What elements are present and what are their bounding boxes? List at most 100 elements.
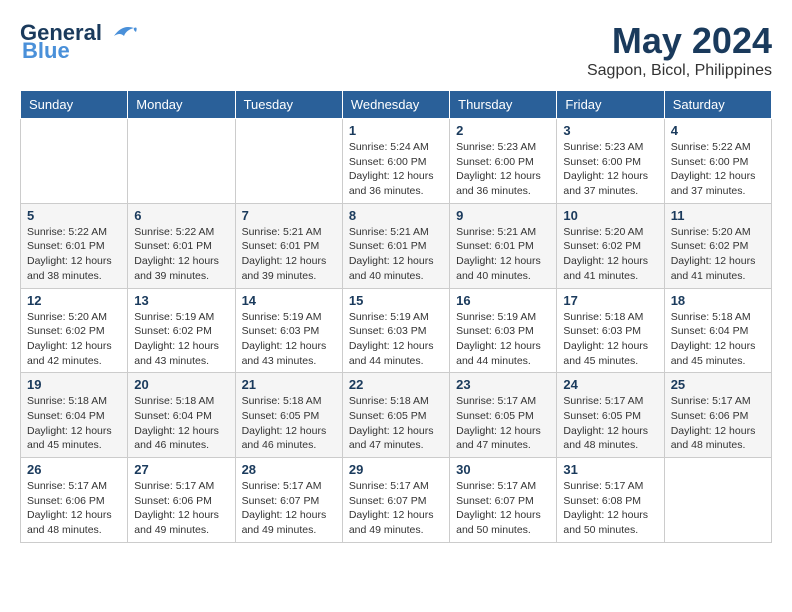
day-info: Sunrise: 5:17 AMSunset: 6:07 PMDaylight:…: [456, 479, 550, 538]
calendar-day-cell: 22 Sunrise: 5:18 AMSunset: 6:05 PMDayligh…: [342, 373, 449, 458]
day-number: 26: [27, 462, 121, 477]
calendar-day-cell: 26 Sunrise: 5:17 AMSunset: 6:06 PMDayligh…: [21, 458, 128, 543]
day-info: Sunrise: 5:19 AMSunset: 6:03 PMDaylight:…: [242, 310, 336, 369]
calendar-day-cell: 30 Sunrise: 5:17 AMSunset: 6:07 PMDayligh…: [450, 458, 557, 543]
calendar-header-row: SundayMondayTuesdayWednesdayThursdayFrid…: [21, 91, 772, 119]
day-info: Sunrise: 5:23 AMSunset: 6:00 PMDaylight:…: [563, 140, 657, 199]
day-number: 7: [242, 208, 336, 223]
calendar-empty-cell: [664, 458, 771, 543]
logo-blue: Blue: [22, 38, 70, 64]
month-title: May 2024: [587, 20, 772, 62]
calendar-week-row: 1 Sunrise: 5:24 AMSunset: 6:00 PMDaylight…: [21, 119, 772, 204]
calendar-day-cell: 25Sunrise: 5:17 AMSunset: 6:06 PMDayligh…: [664, 373, 771, 458]
day-info: Sunrise: 5:19 AMSunset: 6:02 PMDaylight:…: [134, 310, 228, 369]
calendar-day-cell: 20 Sunrise: 5:18 AMSunset: 6:04 PMDayligh…: [128, 373, 235, 458]
day-number: 14: [242, 293, 336, 308]
day-info: Sunrise: 5:21 AMSunset: 6:01 PMDaylight:…: [456, 225, 550, 284]
calendar-day-cell: 28 Sunrise: 5:17 AMSunset: 6:07 PMDayligh…: [235, 458, 342, 543]
calendar-day-cell: 12 Sunrise: 5:20 AMSunset: 6:02 PMDayligh…: [21, 288, 128, 373]
day-number: 21: [242, 377, 336, 392]
day-number: 29: [349, 462, 443, 477]
day-number: 5: [27, 208, 121, 223]
day-number: 3: [563, 123, 657, 138]
calendar-day-cell: 6 Sunrise: 5:22 AMSunset: 6:01 PMDaylight…: [128, 203, 235, 288]
day-number: 28: [242, 462, 336, 477]
day-number: 22: [349, 377, 443, 392]
logo: General Blue: [20, 20, 138, 64]
day-info: Sunrise: 5:22 AMSunset: 6:01 PMDaylight:…: [134, 225, 228, 284]
calendar-day-cell: 9 Sunrise: 5:21 AMSunset: 6:01 PMDaylight…: [450, 203, 557, 288]
day-number: 4: [671, 123, 765, 138]
day-info: Sunrise: 5:18 AMSunset: 6:04 PMDaylight:…: [134, 394, 228, 453]
calendar-day-cell: 5 Sunrise: 5:22 AMSunset: 6:01 PMDaylight…: [21, 203, 128, 288]
calendar-day-cell: 27Sunrise: 5:17 AMSunset: 6:06 PMDayligh…: [128, 458, 235, 543]
day-number: 8: [349, 208, 443, 223]
calendar-day-cell: 10 Sunrise: 5:20 AMSunset: 6:02 PMDayligh…: [557, 203, 664, 288]
day-info: Sunrise: 5:18 AMSunset: 6:05 PMDaylight:…: [349, 394, 443, 453]
calendar-day-cell: 21Sunrise: 5:18 AMSunset: 6:05 PMDayligh…: [235, 373, 342, 458]
day-info: Sunrise: 5:20 AMSunset: 6:02 PMDaylight:…: [671, 225, 765, 284]
calendar-day-cell: 7 Sunrise: 5:21 AMSunset: 6:01 PMDaylight…: [235, 203, 342, 288]
calendar-week-row: 5 Sunrise: 5:22 AMSunset: 6:01 PMDaylight…: [21, 203, 772, 288]
day-info: Sunrise: 5:17 AMSunset: 6:06 PMDaylight:…: [27, 479, 121, 538]
weekday-header-friday: Friday: [557, 91, 664, 119]
day-info: Sunrise: 5:21 AMSunset: 6:01 PMDaylight:…: [242, 225, 336, 284]
calendar-empty-cell: [21, 119, 128, 204]
day-number: 1: [349, 123, 443, 138]
day-info: Sunrise: 5:17 AMSunset: 6:07 PMDaylight:…: [349, 479, 443, 538]
day-number: 19: [27, 377, 121, 392]
day-number: 20: [134, 377, 228, 392]
calendar-day-cell: 17Sunrise: 5:18 AMSunset: 6:03 PMDayligh…: [557, 288, 664, 373]
title-block: May 2024 Sagpon, Bicol, Philippines: [587, 20, 772, 80]
weekday-header-sunday: Sunday: [21, 91, 128, 119]
day-number: 9: [456, 208, 550, 223]
calendar-day-cell: 11 Sunrise: 5:20 AMSunset: 6:02 PMDayligh…: [664, 203, 771, 288]
weekday-header-wednesday: Wednesday: [342, 91, 449, 119]
calendar-day-cell: 14 Sunrise: 5:19 AMSunset: 6:03 PMDayligh…: [235, 288, 342, 373]
day-info: Sunrise: 5:17 AMSunset: 6:08 PMDaylight:…: [563, 479, 657, 538]
day-info: Sunrise: 5:24 AMSunset: 6:00 PMDaylight:…: [349, 140, 443, 199]
day-number: 30: [456, 462, 550, 477]
day-number: 6: [134, 208, 228, 223]
weekday-header-saturday: Saturday: [664, 91, 771, 119]
day-info: Sunrise: 5:17 AMSunset: 6:05 PMDaylight:…: [456, 394, 550, 453]
calendar-week-row: 12 Sunrise: 5:20 AMSunset: 6:02 PMDayligh…: [21, 288, 772, 373]
day-number: 16: [456, 293, 550, 308]
day-number: 2: [456, 123, 550, 138]
day-info: Sunrise: 5:21 AMSunset: 6:01 PMDaylight:…: [349, 225, 443, 284]
location: Sagpon, Bicol, Philippines: [587, 62, 772, 80]
calendar-day-cell: 1 Sunrise: 5:24 AMSunset: 6:00 PMDaylight…: [342, 119, 449, 204]
day-info: Sunrise: 5:17 AMSunset: 6:06 PMDaylight:…: [671, 394, 765, 453]
day-info: Sunrise: 5:20 AMSunset: 6:02 PMDaylight:…: [27, 310, 121, 369]
day-info: Sunrise: 5:22 AMSunset: 6:01 PMDaylight:…: [27, 225, 121, 284]
calendar-day-cell: 15 Sunrise: 5:19 AMSunset: 6:03 PMDayligh…: [342, 288, 449, 373]
calendar-day-cell: 24Sunrise: 5:17 AMSunset: 6:05 PMDayligh…: [557, 373, 664, 458]
day-number: 11: [671, 208, 765, 223]
calendar-day-cell: 3 Sunrise: 5:23 AMSunset: 6:00 PMDaylight…: [557, 119, 664, 204]
calendar-table: SundayMondayTuesdayWednesdayThursdayFrid…: [20, 90, 772, 543]
day-info: Sunrise: 5:17 AMSunset: 6:07 PMDaylight:…: [242, 479, 336, 538]
day-info: Sunrise: 5:19 AMSunset: 6:03 PMDaylight:…: [456, 310, 550, 369]
calendar-day-cell: 29 Sunrise: 5:17 AMSunset: 6:07 PMDayligh…: [342, 458, 449, 543]
day-info: Sunrise: 5:17 AMSunset: 6:05 PMDaylight:…: [563, 394, 657, 453]
day-info: Sunrise: 5:19 AMSunset: 6:03 PMDaylight:…: [349, 310, 443, 369]
day-info: Sunrise: 5:18 AMSunset: 6:03 PMDaylight:…: [563, 310, 657, 369]
day-number: 10: [563, 208, 657, 223]
calendar-day-cell: 31 Sunrise: 5:17 AMSunset: 6:08 PMDayligh…: [557, 458, 664, 543]
calendar-empty-cell: [128, 119, 235, 204]
weekday-header-tuesday: Tuesday: [235, 91, 342, 119]
day-number: 12: [27, 293, 121, 308]
calendar-day-cell: 16 Sunrise: 5:19 AMSunset: 6:03 PMDayligh…: [450, 288, 557, 373]
day-info: Sunrise: 5:18 AMSunset: 6:04 PMDaylight:…: [671, 310, 765, 369]
calendar-day-cell: 18Sunrise: 5:18 AMSunset: 6:04 PMDayligh…: [664, 288, 771, 373]
day-number: 15: [349, 293, 443, 308]
calendar-week-row: 26 Sunrise: 5:17 AMSunset: 6:06 PMDayligh…: [21, 458, 772, 543]
day-info: Sunrise: 5:18 AMSunset: 6:04 PMDaylight:…: [27, 394, 121, 453]
weekday-header-monday: Monday: [128, 91, 235, 119]
calendar-empty-cell: [235, 119, 342, 204]
day-number: 31: [563, 462, 657, 477]
weekday-header-thursday: Thursday: [450, 91, 557, 119]
calendar-day-cell: 2Sunrise: 5:23 AMSunset: 6:00 PMDaylight…: [450, 119, 557, 204]
day-info: Sunrise: 5:20 AMSunset: 6:02 PMDaylight:…: [563, 225, 657, 284]
calendar-day-cell: 13Sunrise: 5:19 AMSunset: 6:02 PMDayligh…: [128, 288, 235, 373]
